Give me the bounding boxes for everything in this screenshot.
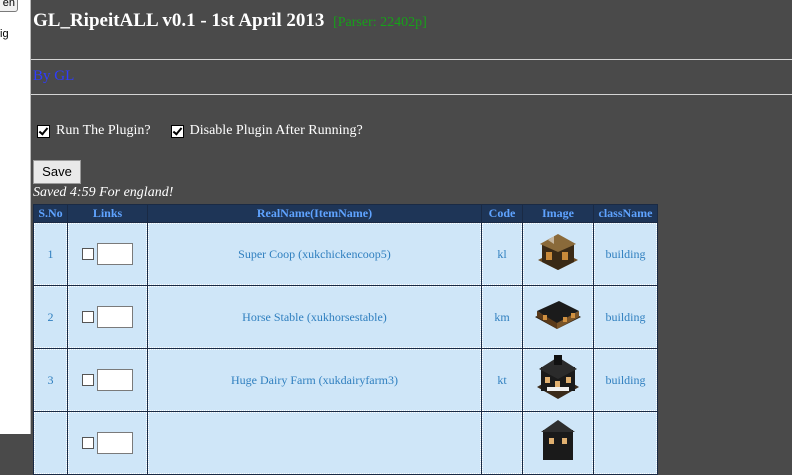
disable-after-run-label: Disable Plugin After Running?	[189, 123, 363, 138]
row-link-input[interactable]	[97, 306, 133, 328]
title-text: GL_RipeitALL v0.1 - 1st April 2013	[33, 10, 325, 31]
row-image	[523, 412, 593, 474]
parser-info: [Parser: 22402p]	[333, 15, 427, 30]
row-links	[68, 286, 147, 348]
page-title: GL_RipeitALL v0.1 - 1st April 2013 [Pars…	[33, 10, 427, 32]
row-select-checkbox[interactable]	[82, 374, 94, 386]
plugin-page: GL_RipeitALL v0.1 - 1st April 2013 [Pars…	[31, 0, 792, 475]
options-row: Run The Plugin? Disable Plugin After Run…	[37, 123, 363, 139]
row-link-input[interactable]	[97, 369, 133, 391]
row-class: building	[594, 286, 657, 348]
row-name	[148, 412, 481, 474]
table-row: 3 Huge Dairy Farm (xukdairyfarm3) kt bui…	[34, 349, 657, 411]
divider	[31, 59, 792, 60]
row-sno: 3	[34, 349, 67, 411]
col-sno: S.No	[34, 205, 67, 222]
run-plugin-checkbox[interactable]	[37, 124, 50, 138]
col-classname: className	[594, 205, 657, 222]
row-code: kt	[482, 349, 522, 411]
row-code: km	[482, 286, 522, 348]
table-row	[34, 412, 657, 474]
row-image	[523, 286, 593, 348]
row-sno: 2	[34, 286, 67, 348]
row-name: Huge Dairy Farm (xukdairyfarm3)	[148, 349, 481, 411]
run-plugin-label: Run The Plugin?	[56, 123, 151, 138]
row-image	[523, 349, 593, 411]
col-code: Code	[482, 205, 522, 222]
table-row: 1 Super Coop (xukchickencoop5) kl buildi…	[34, 223, 657, 285]
divider	[31, 94, 792, 95]
row-class: building	[594, 223, 657, 285]
dairy-farm-icon	[533, 353, 583, 407]
disable-after-run-checkbox[interactable]	[170, 124, 184, 138]
partial-text: ig	[0, 28, 9, 40]
row-code: kl	[482, 223, 522, 285]
chicken-coop-icon	[534, 230, 582, 278]
row-select-checkbox[interactable]	[82, 437, 94, 449]
row-select-checkbox[interactable]	[82, 248, 94, 260]
building-icon	[533, 416, 583, 470]
table-row: 2 Horse Stable (xukhorsestable) km build…	[34, 286, 657, 348]
row-class: building	[594, 349, 657, 411]
row-links	[68, 349, 147, 411]
row-link-input[interactable]	[97, 243, 133, 265]
row-code	[482, 412, 522, 474]
saved-status: Saved 4:59 For england!	[33, 185, 174, 200]
row-image	[523, 223, 593, 285]
row-links	[68, 223, 147, 285]
save-button[interactable]: Save	[33, 160, 81, 184]
row-link-input[interactable]	[97, 432, 133, 454]
col-links: Links	[68, 205, 147, 222]
row-name: Super Coop (xukchickencoop5)	[148, 223, 481, 285]
col-name: RealName(ItemName)	[148, 205, 481, 222]
partial-button[interactable]: en	[0, 0, 18, 12]
left-panel: en ig	[0, 0, 31, 434]
row-links	[68, 412, 147, 474]
row-class	[594, 412, 657, 474]
row-select-checkbox[interactable]	[82, 311, 94, 323]
items-table: S.No Links RealName(ItemName) Code Image…	[33, 204, 658, 475]
row-sno	[34, 412, 67, 474]
author-byline: By GL	[33, 68, 75, 84]
col-image: Image	[523, 205, 593, 222]
row-sno: 1	[34, 223, 67, 285]
horse-stable-icon	[533, 295, 583, 339]
row-name: Horse Stable (xukhorsestable)	[148, 286, 481, 348]
